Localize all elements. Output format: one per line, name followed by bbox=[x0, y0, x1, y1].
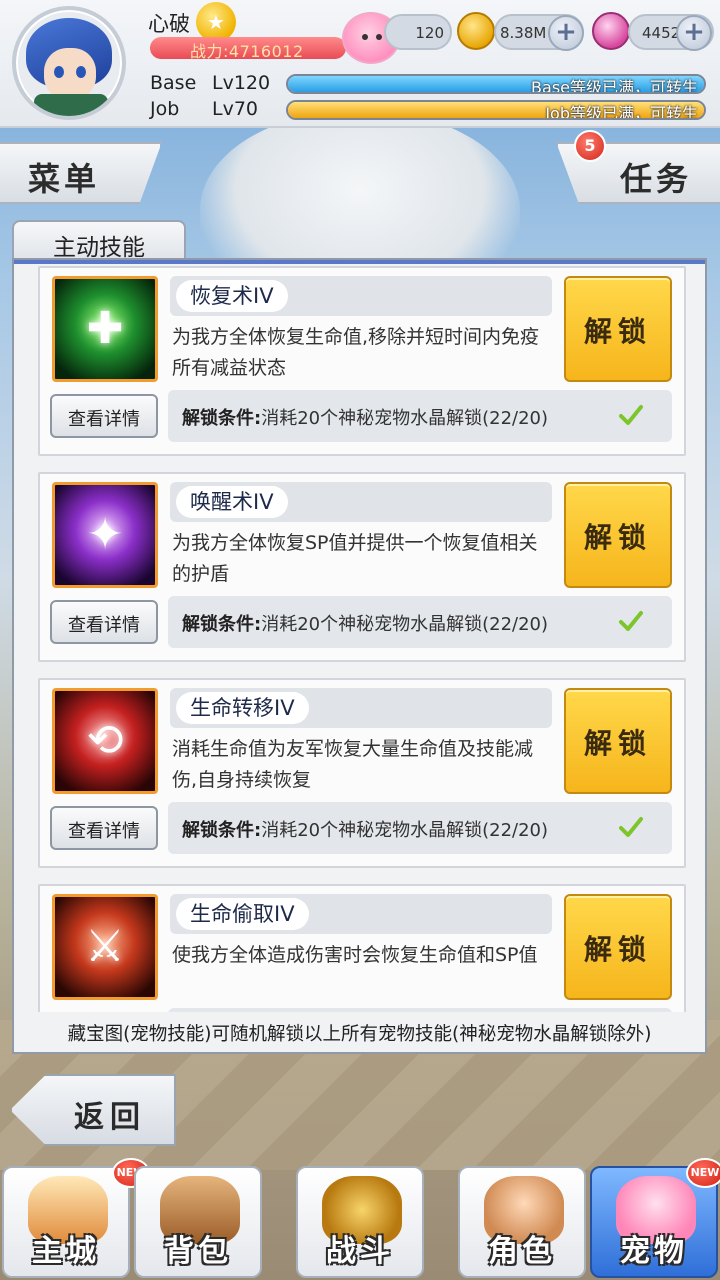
skill-panel: ✚ 恢复术IV 为我方全体恢复生命值,移除并短时间内免疫所有减益状态 解锁 查看… bbox=[12, 258, 707, 1054]
unlock-condition-bar bbox=[168, 1008, 672, 1012]
coin-icon bbox=[457, 12, 495, 50]
job-exp-text: Job等级已满，可转生 bbox=[545, 104, 698, 120]
nav-label: 宠物 bbox=[620, 1234, 688, 1269]
unlock-condition-label: 解锁条件: bbox=[182, 614, 262, 635]
unlock-button[interactable]: 解锁 bbox=[564, 688, 672, 794]
base-exp-text: Base等级已满，可转生 bbox=[531, 78, 698, 94]
nav-label: 背包 bbox=[164, 1234, 232, 1269]
skill-name-pill: 生命偷取IV bbox=[176, 898, 309, 930]
skill-card: ⟲ 生命转移IV 消耗生命值为友军恢复大量生命值及技能减伤,自身持续恢复 解锁 … bbox=[38, 678, 686, 868]
tab-label: 主动技能 bbox=[53, 235, 145, 261]
unlock-button[interactable]: 解锁 bbox=[564, 276, 672, 382]
job-label: Job bbox=[150, 98, 180, 120]
base-label: Base bbox=[150, 72, 197, 94]
skill-card: ✚ 恢复术IV 为我方全体恢复生命值,移除并短时间内免疫所有减益状态 解锁 查看… bbox=[38, 266, 686, 456]
nav-item[interactable]: 宠物 NEW bbox=[590, 1158, 720, 1278]
add-coin-button[interactable]: + bbox=[548, 15, 584, 51]
nav-item[interactable]: 主城 NEW bbox=[2, 1158, 150, 1278]
footer-note: 藏宝图(宠物技能)可随机解锁以上所有宠物技能(神秘宠物水晶解锁除外) bbox=[67, 1024, 652, 1045]
unlock-condition: 解锁条件:消耗20个神秘宠物水晶解锁(22/20) bbox=[182, 404, 548, 430]
nav-item[interactable]: 战斗 bbox=[296, 1166, 424, 1278]
menu-label: 菜单 bbox=[28, 160, 101, 198]
life-steal-sword-icon[interactable]: ⚔ bbox=[52, 894, 158, 1000]
unlock-condition-text: 消耗20个神秘宠物水晶解锁(22/20) bbox=[261, 614, 549, 635]
rank-badge-icon[interactable]: ★ bbox=[196, 2, 236, 42]
awaken-star-icon[interactable]: ✦ bbox=[52, 482, 158, 588]
base-exp-bar: Base等级已满，可转生 bbox=[286, 74, 706, 94]
life-transfer-icon[interactable]: ⟲ bbox=[52, 688, 158, 794]
skill-description: 为我方全体恢复SP值并提供一个恢复值相关的护盾 bbox=[172, 532, 538, 585]
gem-box: 4452 + bbox=[628, 14, 714, 51]
unlock-button[interactable]: 解锁 bbox=[564, 482, 672, 588]
skill-card: ⚔ 生命偷取IV 使我方全体造成伤害时会恢复生命值和SP值 解锁 查看详情 解锁… bbox=[38, 884, 686, 1012]
job-level: Lv70 bbox=[212, 98, 259, 120]
skill-name: 恢复术IV bbox=[190, 284, 274, 308]
gem-value: 4452 bbox=[642, 24, 681, 42]
add-gem-button[interactable]: + bbox=[676, 15, 712, 51]
skill-description: 使我方全体造成伤害时会恢复生命值和SP值 bbox=[172, 944, 538, 966]
pet-currency-box: 120 bbox=[384, 14, 452, 50]
skill-list[interactable]: ✚ 恢复术IV 为我方全体恢复生命值,移除并短时间内免疫所有减益状态 解锁 查看… bbox=[14, 260, 705, 1012]
skill-name-pill: 生命转移IV bbox=[176, 692, 309, 724]
coin-box: 8.38M + bbox=[494, 14, 584, 51]
job-exp-bar: Job等级已满，可转生 bbox=[286, 100, 706, 120]
unlock-condition-label: 解锁条件: bbox=[182, 820, 262, 841]
unlock-label: 解锁 bbox=[583, 727, 652, 760]
bottom-nav: 主城 NEW 背包 战斗 角色 宠物 NEW bbox=[0, 1158, 720, 1280]
check-icon bbox=[619, 405, 643, 425]
skill-name: 生命偷取IV bbox=[190, 902, 295, 926]
skill-name: 生命转移IV bbox=[190, 696, 295, 720]
nav-label: 角色 bbox=[488, 1234, 556, 1269]
task-label: 任务 bbox=[620, 160, 693, 198]
unlock-label: 解锁 bbox=[583, 521, 652, 554]
power-value: 战力:4716012 bbox=[190, 42, 304, 61]
unlock-condition-text: 消耗20个神秘宠物水晶解锁(22/20) bbox=[261, 820, 549, 841]
skill-name-pill: 唤醒术IV bbox=[176, 486, 288, 518]
back-label: 返回 bbox=[74, 1100, 146, 1135]
nav-label: 战斗 bbox=[326, 1234, 394, 1269]
unlock-label: 解锁 bbox=[583, 315, 652, 348]
heal-cross-icon[interactable]: ✚ bbox=[52, 276, 158, 382]
skill-name-pill: 恢复术IV bbox=[176, 280, 288, 312]
nav-label: 主城 bbox=[32, 1234, 100, 1269]
unlock-label: 解锁 bbox=[583, 933, 652, 966]
view-details-button[interactable]: 查看详情 bbox=[50, 394, 158, 438]
view-details-button[interactable]: 查看详情 bbox=[50, 600, 158, 644]
player-header: 心破 ★ 战力:4716012 120 8.38M + 4452 + Base … bbox=[0, 0, 720, 128]
view-details-label: 查看详情 bbox=[68, 615, 140, 636]
skill-description: 为我方全体恢复生命值,移除并短时间内免疫所有减益状态 bbox=[172, 326, 540, 379]
unlock-condition-label: 解锁条件: bbox=[182, 408, 262, 429]
check-icon bbox=[619, 611, 643, 631]
gem-icon bbox=[592, 12, 630, 50]
pet-currency-value: 120 bbox=[415, 24, 444, 42]
unlock-button[interactable]: 解锁 bbox=[564, 894, 672, 1000]
check-icon bbox=[619, 817, 643, 837]
view-details-button[interactable]: 查看详情 bbox=[50, 806, 158, 850]
tab-active-skills[interactable]: 主动技能 bbox=[12, 220, 186, 262]
view-details-label: 查看详情 bbox=[68, 821, 140, 842]
nav-item[interactable]: 角色 bbox=[458, 1166, 586, 1278]
task-count-badge: 5 bbox=[574, 130, 606, 162]
base-level: Lv120 bbox=[212, 72, 271, 94]
menu-button[interactable]: 菜单 bbox=[0, 142, 162, 204]
coin-value: 8.38M bbox=[500, 24, 547, 42]
view-details-label: 查看详情 bbox=[68, 409, 140, 430]
nav-item[interactable]: 背包 bbox=[134, 1166, 262, 1278]
unlock-condition: 解锁条件:消耗20个神秘宠物水晶解锁(22/20) bbox=[182, 816, 548, 842]
player-name: 心破 bbox=[148, 12, 190, 36]
player-avatar[interactable] bbox=[12, 6, 126, 120]
skill-description: 消耗生命值为友军恢复大量生命值及技能减伤,自身持续恢复 bbox=[172, 738, 534, 791]
skill-name: 唤醒术IV bbox=[190, 490, 274, 514]
new-badge: NEW bbox=[686, 1158, 720, 1188]
skill-card: ✦ 唤醒术IV 为我方全体恢复SP值并提供一个恢复值相关的护盾 解锁 查看详情 … bbox=[38, 472, 686, 662]
unlock-condition-text: 消耗20个神秘宠物水晶解锁(22/20) bbox=[261, 408, 549, 429]
unlock-condition: 解锁条件:消耗20个神秘宠物水晶解锁(22/20) bbox=[182, 610, 548, 636]
